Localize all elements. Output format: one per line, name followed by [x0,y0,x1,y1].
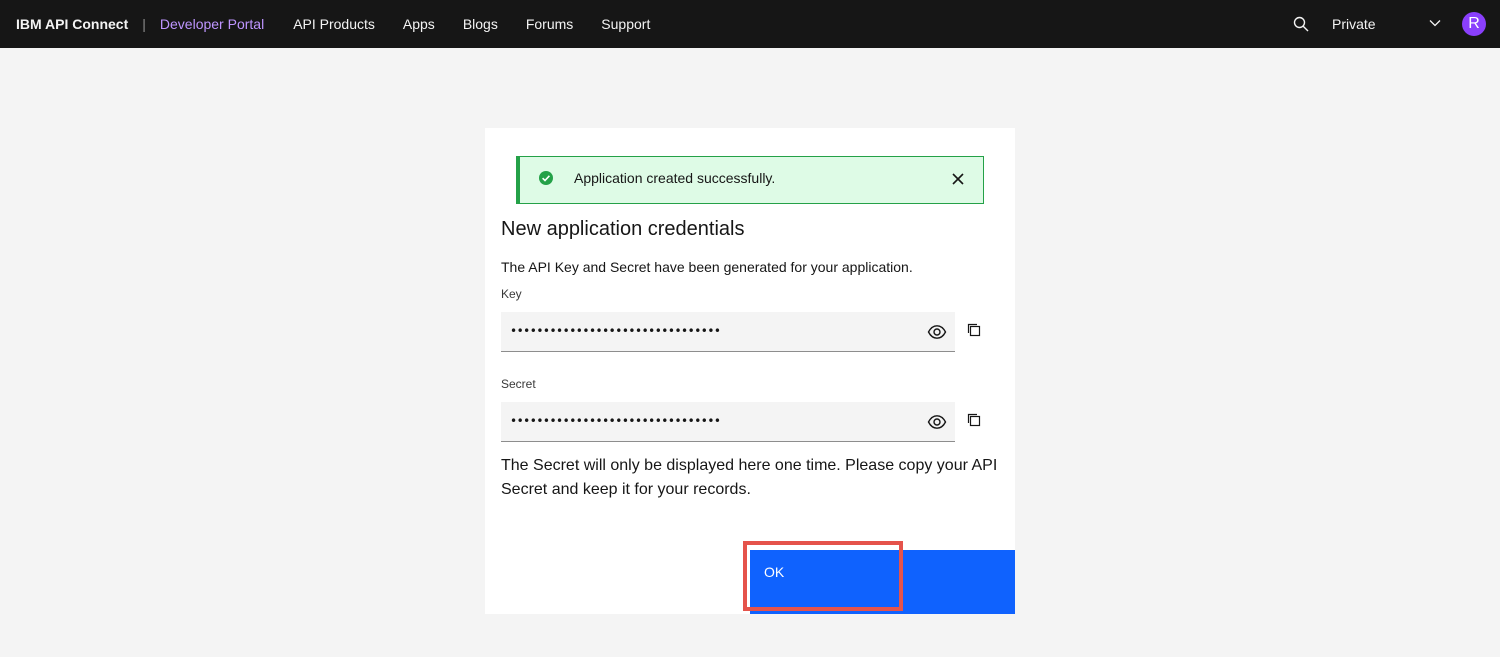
nav-support[interactable]: Support [601,16,650,32]
success-notification: Application created successfully. [516,156,984,204]
eye-icon[interactable] [927,322,947,347]
portal-name[interactable]: Developer Portal [160,16,264,32]
modal-title: New application credentials [501,218,745,240]
org-name: Private [1332,16,1376,32]
search-icon[interactable] [1291,14,1311,34]
chevron-down-icon [1428,16,1442,33]
credentials-modal: Application created successfully. New ap… [485,128,1015,614]
copy-icon[interactable] [966,412,982,433]
notification-message: Application created successfully. [574,170,776,186]
modal-description: The API Key and Secret have been generat… [501,259,913,275]
eye-icon[interactable] [927,412,947,437]
close-icon[interactable] [951,172,965,191]
key-label: Key [501,287,522,301]
brand-separator: | [142,16,146,32]
key-field[interactable]: •••••••••••••••••••••••••••••••• [501,312,955,352]
secret-warning: The Secret will only be displayed here o… [501,457,998,498]
checkmark-icon [538,170,554,191]
nav-blogs[interactable]: Blogs [463,16,498,32]
secret-label: Secret [501,377,536,391]
key-value: •••••••••••••••••••••••••••••••• [510,324,721,338]
header-actions: Private R [1291,0,1500,48]
brand-name[interactable]: IBM API Connect [16,16,128,32]
copy-icon[interactable] [966,322,982,343]
top-navigation-bar: IBM API Connect | Developer Portal API P… [0,0,1500,48]
nav-apps[interactable]: Apps [403,16,435,32]
org-selector[interactable]: Private [1332,16,1442,33]
ok-button-label: OK [764,564,785,580]
nav-api-products[interactable]: API Products [293,16,375,32]
avatar[interactable]: R [1462,12,1486,36]
secret-field[interactable]: •••••••••••••••••••••••••••••••• [501,402,955,442]
secret-value: •••••••••••••••••••••••••••••••• [510,414,721,428]
nav-forums[interactable]: Forums [526,16,573,32]
ok-button[interactable]: OK [750,550,1015,614]
